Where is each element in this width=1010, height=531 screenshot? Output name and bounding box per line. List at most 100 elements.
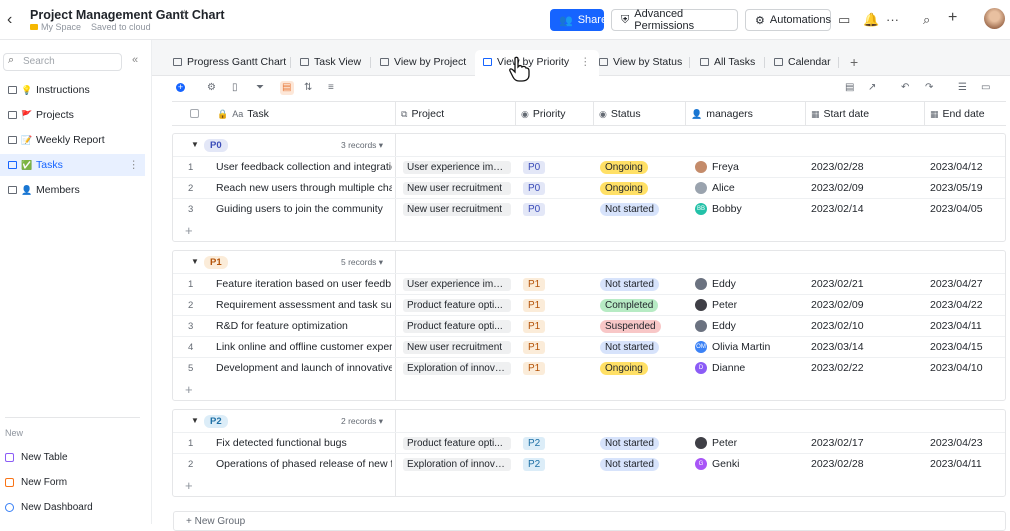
task-cell[interactable]: Development and launch of innovative ...: [216, 358, 392, 378]
priority-cell[interactable]: P0: [523, 157, 546, 177]
new-table-button[interactable]: New Table: [5, 452, 68, 463]
doc-title[interactable]: Project Management Gantt Chart: [30, 8, 224, 22]
collapse-toggle-icon[interactable]: ▼: [191, 416, 199, 425]
undo-icon[interactable]: ↶: [901, 82, 909, 93]
tab-all-tasks[interactable]: All Tasks: [700, 50, 755, 76]
project-cell[interactable]: New user recruitment: [403, 337, 511, 357]
table-row[interactable]: 2 Reach new users through multiple cha...…: [173, 177, 1005, 198]
task-cell[interactable]: Guiding users to join the community: [216, 199, 392, 219]
start-date-cell[interactable]: 2023/02/28: [811, 454, 864, 474]
group-header[interactable]: ▼ P2 2 records ▾: [173, 410, 1005, 432]
layout-icon[interactable]: ☰: [958, 82, 967, 93]
task-cell[interactable]: Link online and offline customer experi.…: [216, 337, 392, 357]
status-cell[interactable]: Ongoing: [600, 157, 648, 177]
comment-icon[interactable]: ▭: [981, 82, 990, 93]
search-icon[interactable]: ⌕: [923, 12, 930, 28]
start-date-cell[interactable]: 2023/02/17: [811, 433, 864, 453]
manager-cell[interactable]: Peter: [695, 433, 737, 453]
column-header-managers[interactable]: 👤 managers: [686, 102, 806, 126]
manager-cell[interactable]: Eddy: [695, 274, 736, 294]
sidebar-item-instructions[interactable]: 💡 Instructions: [0, 79, 145, 101]
project-cell[interactable]: Product feature opti...: [403, 295, 511, 315]
status-cell[interactable]: Not started: [600, 454, 659, 474]
priority-cell[interactable]: P1: [523, 358, 546, 378]
back-icon[interactable]: ‹: [7, 11, 12, 29]
add-record-icon[interactable]: +: [176, 83, 185, 92]
project-cell[interactable]: Product feature opti...: [403, 316, 511, 336]
share-button[interactable]: 👥 Share: [550, 9, 607, 31]
more-vertical-icon[interactable]: ⋮: [580, 56, 591, 68]
table-row[interactable]: 5 Development and launch of innovative ..…: [173, 357, 1005, 378]
project-cell[interactable]: User experience imp...: [403, 157, 511, 177]
priority-cell[interactable]: P1: [523, 337, 546, 357]
end-date-cell[interactable]: 2023/04/10: [930, 358, 983, 378]
sidebar-search-input[interactable]: Search: [3, 53, 122, 71]
sidebar-item-projects[interactable]: 🚩 Projects: [0, 104, 145, 126]
end-date-cell[interactable]: 2023/04/11: [930, 454, 982, 474]
priority-cell[interactable]: P1: [523, 316, 546, 336]
task-cell[interactable]: Fix detected functional bugs: [216, 433, 392, 453]
filter-icon[interactable]: ⏷: [256, 82, 264, 93]
sort-icon[interactable]: ⇅: [304, 82, 312, 93]
end-date-cell[interactable]: 2023/04/15: [930, 337, 983, 357]
priority-cell[interactable]: P1: [523, 274, 546, 294]
more-vertical-icon[interactable]: ⋮: [129, 159, 140, 171]
column-header-start-date[interactable]: ▦ Start date: [806, 102, 925, 126]
group-icon[interactable]: ▤: [282, 82, 291, 93]
status-cell[interactable]: Ongoing: [600, 358, 648, 378]
priority-cell[interactable]: P0: [523, 199, 546, 219]
settings-icon[interactable]: ⚙: [207, 82, 216, 93]
table-row[interactable]: 1 Fix detected functional bugs Product fea…: [173, 432, 1005, 453]
tab-task-view[interactable]: Task View: [300, 50, 361, 76]
add-view-icon[interactable]: +: [850, 54, 858, 70]
collapse-toggle-icon[interactable]: ▼: [191, 140, 199, 149]
manager-cell[interactable]: Peter: [695, 295, 737, 315]
table-row[interactable]: 1 User feedback collection and integratio…: [173, 156, 1005, 177]
task-cell[interactable]: Requirement assessment and task sub...: [216, 295, 392, 315]
priority-cell[interactable]: P1: [523, 295, 546, 315]
sidebar-item-weekly-report[interactable]: 📝 Weekly Report: [0, 129, 145, 151]
status-cell[interactable]: Completed: [600, 295, 659, 315]
project-cell[interactable]: User experience imp...: [403, 274, 511, 294]
project-cell[interactable]: Exploration of innova...: [403, 358, 511, 378]
bell-icon[interactable]: 🔔: [863, 12, 879, 28]
start-date-cell[interactable]: 2023/02/10: [811, 316, 864, 336]
table-row[interactable]: 2 Operations of phased release of new f..…: [173, 453, 1005, 474]
add-icon[interactable]: +: [948, 9, 957, 27]
priority-cell[interactable]: P2: [523, 454, 546, 474]
tab-calendar[interactable]: Calendar: [774, 50, 831, 76]
manager-cell[interactable]: Freya: [695, 157, 739, 177]
breadcrumb[interactable]: My Space: [41, 22, 81, 32]
new-form-button[interactable]: New Form: [5, 477, 67, 488]
tab-view-by-status[interactable]: View by Status: [599, 50, 682, 76]
table-row[interactable]: 4 Link online and offline customer experi…: [173, 336, 1005, 357]
select-all-checkbox[interactable]: [190, 109, 199, 118]
advanced-permissions-button[interactable]: ⛨ Advanced Permissions: [611, 8, 738, 32]
end-date-cell[interactable]: 2023/04/11: [930, 316, 982, 336]
tab-progress-gantt-chart[interactable]: Progress Gantt Chart: [173, 50, 286, 76]
task-cell[interactable]: User feedback collection and integration: [216, 157, 392, 177]
start-date-cell[interactable]: 2023/02/09: [811, 178, 864, 198]
column-header-end-date[interactable]: ▦ End date: [925, 102, 1006, 126]
table-row[interactable]: 1 Feature iteration based on user feedb..…: [173, 273, 1005, 294]
status-cell[interactable]: Ongoing: [600, 178, 648, 198]
redo-icon[interactable]: ↷: [925, 82, 933, 93]
add-row-icon[interactable]: +: [185, 223, 193, 238]
end-date-cell[interactable]: 2023/05/19: [930, 178, 983, 198]
column-header-status[interactable]: ◉ Status: [594, 102, 686, 126]
task-cell[interactable]: R&D for feature optimization: [216, 316, 392, 336]
new-dashboard-button[interactable]: New Dashboard: [5, 502, 93, 513]
status-cell[interactable]: Not started: [600, 199, 659, 219]
project-cell[interactable]: Product feature opti...: [403, 433, 511, 453]
manager-cell[interactable]: BB Bobby: [695, 199, 742, 219]
share-icon[interactable]: ↗: [868, 82, 876, 93]
end-date-cell[interactable]: 2023/04/22: [930, 295, 983, 315]
table-row[interactable]: 3 R&D for feature optimization Product fea…: [173, 315, 1005, 336]
start-date-cell[interactable]: 2023/02/28: [811, 157, 864, 177]
task-cell[interactable]: Reach new users through multiple cha...: [216, 178, 392, 198]
manager-cell[interactable]: OM Olivia Martin: [695, 337, 770, 357]
start-date-cell[interactable]: 2023/02/22: [811, 358, 864, 378]
column-header-priority[interactable]: ◉ Priority: [516, 102, 594, 126]
column-header-task[interactable]: 🔒 Aa Task: [212, 102, 396, 126]
sidebar-item-members[interactable]: 👤 Members: [0, 179, 145, 201]
